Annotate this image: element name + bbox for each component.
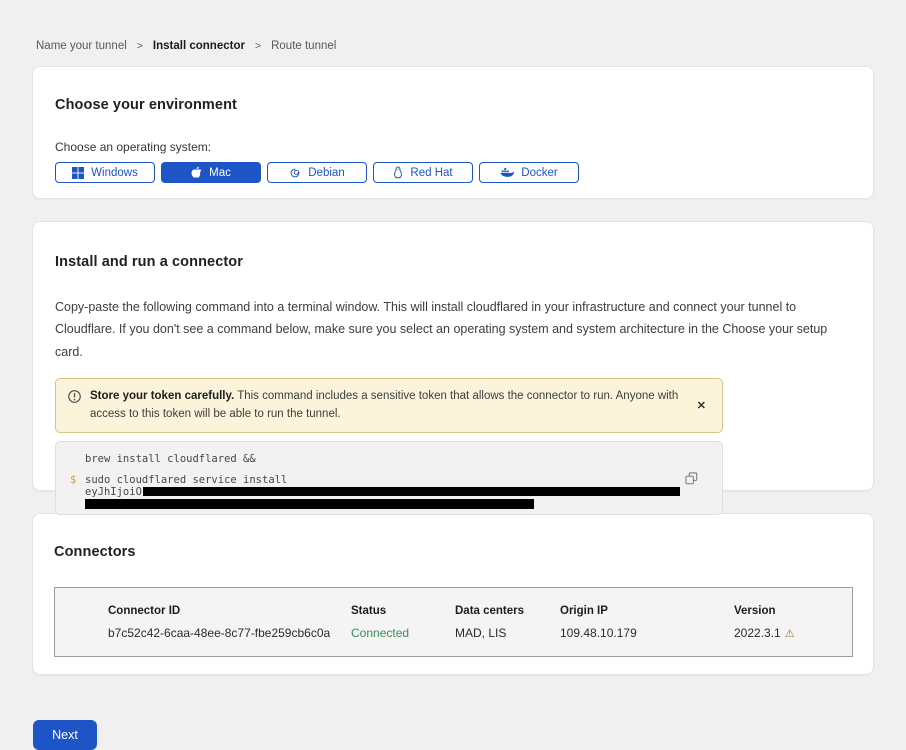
breadcrumb-route-tunnel[interactable]: Route tunnel <box>271 40 336 52</box>
install-command-codeblock[interactable]: brew install cloudflared && $ sudo cloud… <box>55 441 723 515</box>
os-button-label: Red Hat <box>410 167 452 179</box>
breadcrumb: Name your tunnel > Install connector > R… <box>0 0 906 66</box>
version-value: 2022.3.1 ⚠ <box>734 626 842 640</box>
linux-penguin-icon <box>393 166 403 179</box>
token-redaction-bar <box>85 499 534 509</box>
docker-whale-icon <box>500 167 514 178</box>
install-card-title: Install and run a connector <box>55 254 851 270</box>
breadcrumb-install-connector[interactable]: Install connector <box>153 40 245 52</box>
os-button-windows[interactable]: Windows <box>55 162 155 183</box>
breadcrumb-name-your-tunnel[interactable]: Name your tunnel <box>36 40 127 52</box>
copy-icon[interactable] <box>683 470 700 490</box>
code-line-brew: brew install cloudflared && <box>85 453 682 465</box>
os-button-label: Windows <box>91 167 138 179</box>
origin-ip-value: 109.48.10.179 <box>560 626 734 640</box>
column-header-status: Status <box>351 605 455 617</box>
token-warning-banner: Store your token carefully. This command… <box>55 378 723 433</box>
breadcrumb-separator: > <box>137 40 143 52</box>
os-button-red-hat[interactable]: Red Hat <box>373 162 473 183</box>
debian-swirl-icon <box>289 167 301 179</box>
code-line-service-install: sudo cloudflared service install <box>85 474 682 486</box>
os-button-label: Docker <box>521 167 557 179</box>
os-button-row: Windows Mac Debian Red Hat Docker <box>55 162 851 183</box>
install-connector-card: Install and run a connector Copy-paste t… <box>32 221 874 491</box>
os-button-docker[interactable]: Docker <box>479 162 579 183</box>
connectors-table: Connector ID Status Data centers Origin … <box>54 587 853 657</box>
column-header-version: Version <box>734 605 842 617</box>
connectors-card-title: Connectors <box>54 544 851 560</box>
token-warning-text: Store your token carefully. This command… <box>90 387 682 424</box>
breadcrumb-separator: > <box>255 40 261 52</box>
shell-prompt: $ <box>70 474 85 509</box>
version-number: 2022.3.1 <box>734 626 781 640</box>
install-description: Copy-paste the following command into a … <box>55 296 851 363</box>
code-command-row: $ sudo cloudflared service install eyJhI… <box>70 474 682 509</box>
token-redaction-bar <box>143 487 680 496</box>
os-button-debian[interactable]: Debian <box>267 162 367 183</box>
choose-environment-card: Choose your environment Choose an operat… <box>32 66 874 199</box>
connector-id-value: b7c52c42-6caa-48ee-8c77-fbe259cb6c0a <box>108 626 351 640</box>
next-button[interactable]: Next <box>33 720 97 750</box>
data-centers-value: MAD, LIS <box>455 626 560 640</box>
code-line-token: eyJhIjoiO <box>85 486 682 498</box>
operating-system-label: Choose an operating system: <box>55 140 851 154</box>
os-button-label: Debian <box>308 167 344 179</box>
windows-logo-icon <box>72 167 84 179</box>
alert-circle-icon <box>68 390 81 408</box>
code-command-body: sudo cloudflared service install eyJhIjo… <box>85 474 682 509</box>
column-header-origin-ip: Origin IP <box>560 605 734 617</box>
status-badge: Connected <box>351 626 455 640</box>
column-header-data-centers: Data centers <box>455 605 560 617</box>
token-warning-bold: Store your token carefully. <box>90 390 234 402</box>
os-button-mac[interactable]: Mac <box>161 162 261 183</box>
close-icon[interactable]: ✕ <box>691 397 712 414</box>
connectors-card: Connectors Connector ID Status Data cent… <box>32 513 874 675</box>
environment-card-title: Choose your environment <box>55 97 851 113</box>
token-prefix: eyJhIjoiO <box>85 486 142 498</box>
apple-logo-icon <box>191 166 202 179</box>
column-header-connector-id: Connector ID <box>108 605 351 617</box>
os-button-label: Mac <box>209 167 231 179</box>
warning-triangle-icon: ⚠ <box>785 628 795 640</box>
